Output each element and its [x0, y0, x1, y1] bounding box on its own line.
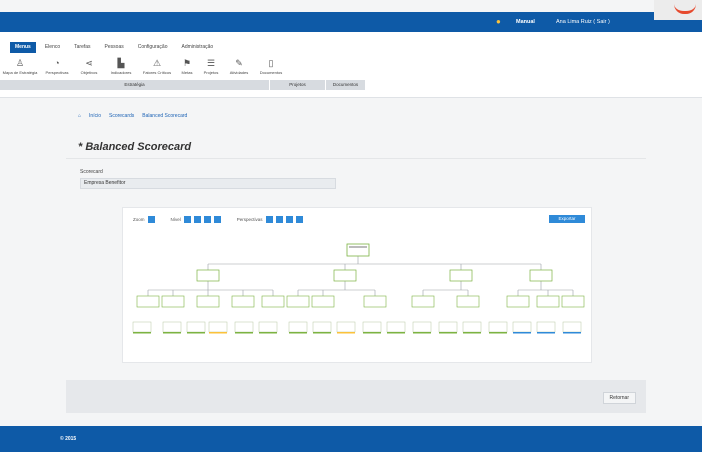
tree-perspective-nodes	[196, 269, 553, 282]
tab-tarefas[interactable]: Tarefas	[69, 42, 95, 53]
level-label: Nível	[170, 217, 181, 222]
home-icon: ⌂	[78, 113, 82, 119]
flag-icon: ⚑	[182, 58, 192, 68]
main-menu: Menus Elenco Tarefas Pessoas Configuraçã…	[0, 32, 702, 98]
pie-icon: ◔	[54, 58, 60, 68]
page-title: * Balanced Scorecard	[78, 141, 192, 153]
title-divider	[66, 158, 646, 159]
level-2-button[interactable]	[193, 216, 201, 223]
perspective-2-button[interactable]	[275, 216, 283, 223]
top-navigation-bar: ● Manual Ana Lima Ruiz ( Sair )	[0, 0, 702, 32]
brand-logo	[654, 0, 702, 20]
edit-icon: ✎	[235, 58, 243, 68]
zoom-button[interactable]	[147, 216, 155, 223]
perspectives-label: Perspectivas	[236, 217, 263, 222]
tree-objective-nodes	[136, 295, 585, 308]
manual-link[interactable]: Manual	[516, 19, 535, 25]
perspective-3-button[interactable]	[285, 216, 293, 223]
chart-icon: ▙	[117, 58, 125, 68]
group-projects: Projetos	[270, 80, 326, 90]
tree-indicator-nodes	[132, 321, 582, 333]
user-icon[interactable]: ●	[496, 18, 504, 26]
tab-pessoas[interactable]: Pessoas	[100, 42, 129, 53]
user-logout-link[interactable]: Ana Lima Ruiz ( Sair )	[556, 19, 610, 25]
document-icon: ▯	[268, 58, 274, 68]
tab-elenco[interactable]: Elenco	[40, 42, 65, 53]
level-4-button[interactable]	[213, 216, 221, 223]
ribbon-groups: Estratégia Projetos Documentos	[0, 80, 366, 90]
scorecard-field[interactable]: Empresa Benefitor	[80, 178, 336, 189]
menu-tabs: Menus Elenco Tarefas Pessoas Configuraçã…	[10, 42, 218, 54]
copyright-text: © 2015	[60, 436, 77, 442]
breadcrumb-balanced-scorecard[interactable]: Balanced Scorecard	[142, 113, 187, 119]
export-button[interactable]: Exportar	[549, 215, 585, 223]
form-actions-bar: Retornar	[66, 380, 646, 413]
scorecard-tree-panel: Zoom Nível Perspectivas Exportar	[122, 207, 592, 363]
return-button[interactable]: Retornar	[602, 392, 636, 404]
breadcrumb-scorecards[interactable]: Scorecards	[109, 113, 134, 119]
breadcrumb: ⌂ Início Scorecards Balanced Scorecard	[78, 113, 187, 119]
scorecard-tree	[132, 243, 585, 334]
group-documents: Documentos	[326, 80, 366, 90]
tree-indicator-status-bars	[133, 332, 581, 334]
level-3-button[interactable]	[203, 216, 211, 223]
share-icon: ⋖	[85, 58, 93, 68]
tab-configuracao[interactable]: Configuração	[133, 42, 173, 53]
tab-menus[interactable]: Menus	[10, 42, 36, 53]
chart-controls: Zoom Nível Perspectivas	[133, 216, 303, 223]
tab-administracao[interactable]: Administração	[176, 42, 218, 53]
list-icon: ☰	[206, 58, 216, 68]
zoom-label: Zoom	[133, 217, 145, 222]
bottom-bar: © 2015	[0, 426, 702, 452]
scorecard-label: Scorecard	[80, 169, 103, 175]
tree-root-node[interactable]	[346, 243, 370, 257]
person-icon: ♙	[15, 58, 25, 68]
level-1-button[interactable]	[183, 216, 191, 223]
warning-icon: ⚠	[152, 58, 162, 68]
group-strategy: Estratégia	[0, 80, 270, 90]
perspective-1-button[interactable]	[265, 216, 273, 223]
perspective-4-button[interactable]	[295, 216, 303, 223]
breadcrumb-home[interactable]: Início	[89, 113, 101, 119]
